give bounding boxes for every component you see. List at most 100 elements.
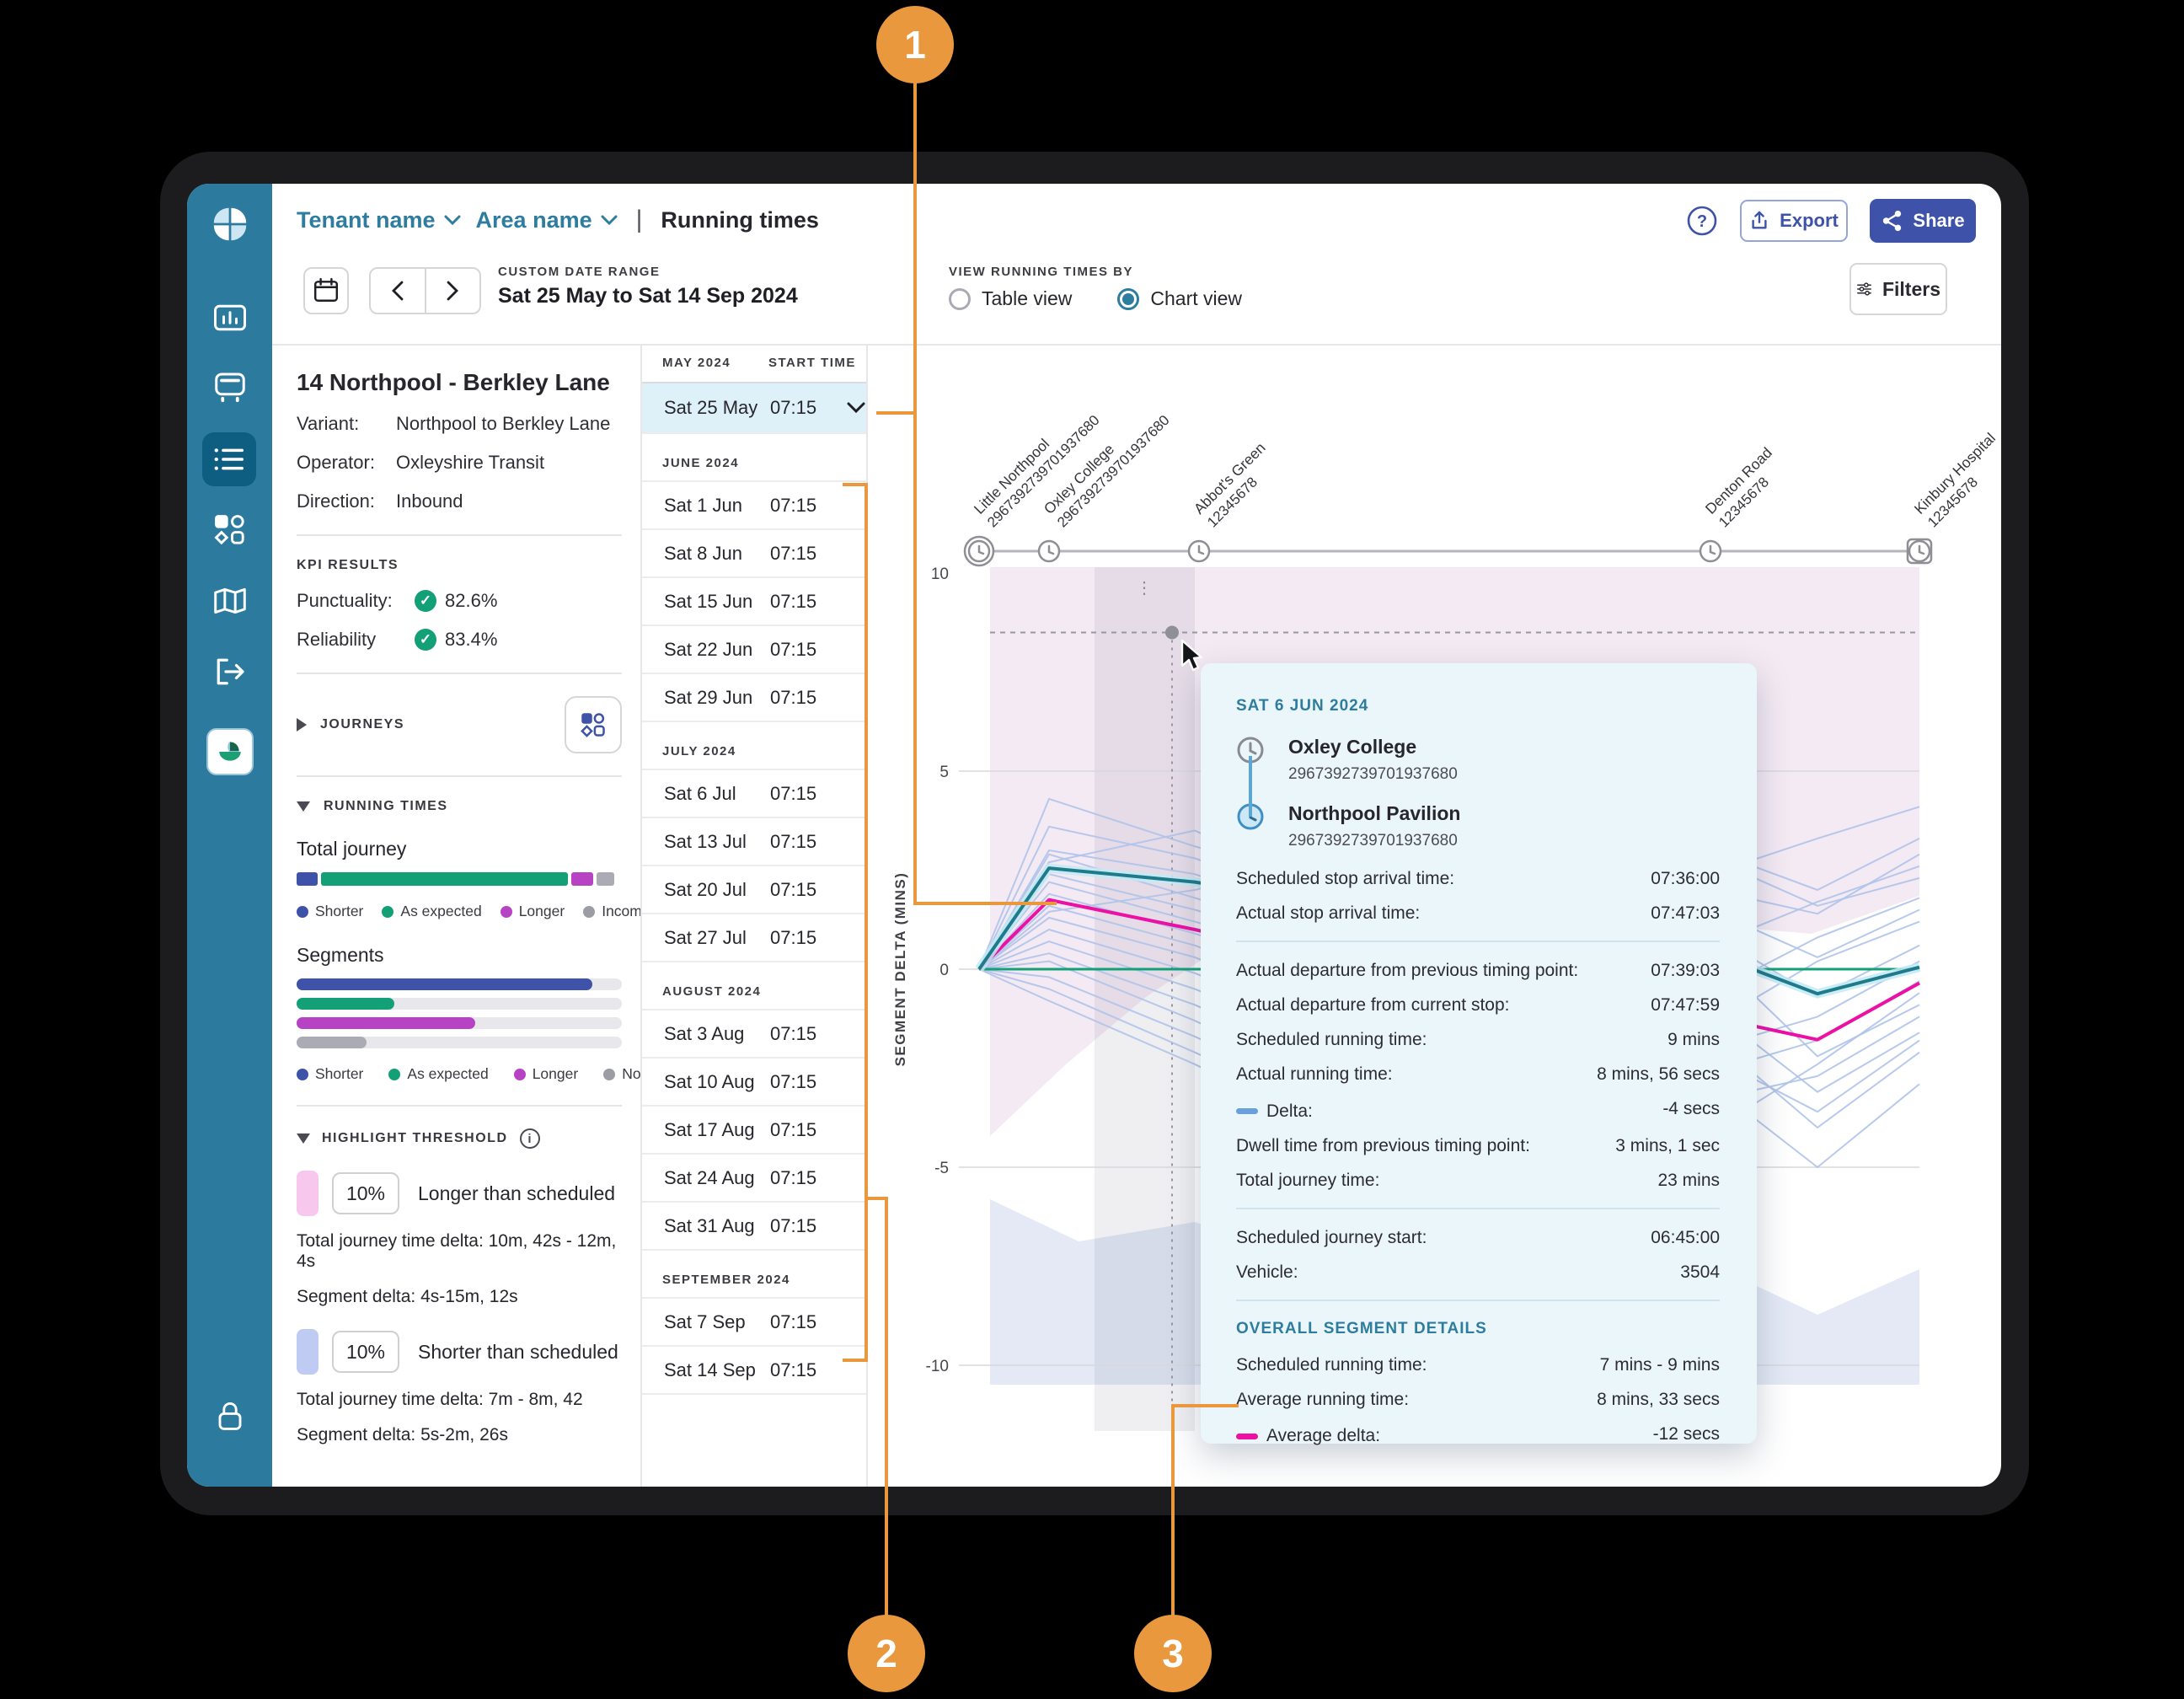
time-cell: 07:15 <box>770 543 816 565</box>
date-row[interactable]: Sat 24 Aug07:15 <box>642 1155 866 1203</box>
date-row[interactable]: Sat 20 Jul07:15 <box>642 866 866 914</box>
date-row[interactable]: Sat 7 Sep07:15 <box>642 1299 866 1347</box>
tooltip-row-label: Actual departure from current stop: <box>1236 995 1510 1016</box>
date-row[interactable]: Sat 17 Aug07:15 <box>642 1107 866 1155</box>
journeys-expander[interactable]: JOURNEYS <box>297 696 622 753</box>
lock-icon[interactable] <box>187 1396 272 1438</box>
tenant-label: Tenant name <box>297 207 436 233</box>
date-cell: Sat 8 Jun <box>642 543 770 565</box>
stop-name: Oxley College <box>1288 736 1458 758</box>
tooltip-row-value: 3504 <box>1680 1262 1720 1283</box>
tooltip-row: Vehicle: 3504 <box>1236 1262 1720 1283</box>
date-row-selected[interactable]: Sat 25 May 07:15 <box>642 383 866 434</box>
threshold-row: 10%Shorter than scheduled <box>297 1329 622 1375</box>
area-dropdown[interactable]: Area name <box>476 207 618 233</box>
time-cell: 07:15 <box>770 1311 816 1333</box>
date-row[interactable]: Sat 8 Jun07:15 <box>642 530 866 578</box>
sidebar-item-running-times-selected[interactable] <box>202 432 256 486</box>
legend-item: Longer <box>500 903 565 920</box>
brand-logo-icon[interactable] <box>187 201 272 248</box>
share-label: Share <box>1913 210 1964 232</box>
date-row[interactable]: Sat 22 Jun07:15 <box>642 626 866 674</box>
timing-point-clock-icon <box>1039 541 1059 561</box>
callout-2-bracket-bottom <box>843 1359 868 1362</box>
sidebar-item-map[interactable] <box>187 582 272 620</box>
date-row[interactable]: Sat 10 Aug07:15 <box>642 1059 866 1107</box>
tooltip-row: Actual departure from current stop:07:47… <box>1236 995 1720 1016</box>
sidebar-item-app-switch[interactable] <box>206 728 254 775</box>
tenant-dropdown[interactable]: Tenant name <box>297 207 461 233</box>
tooltip-row-value: 06:45:00 <box>1651 1228 1720 1248</box>
export-button[interactable]: Export <box>1740 200 1848 242</box>
help-icon[interactable]: ? <box>1686 205 1718 237</box>
timing-point-clock-icon <box>1908 539 1931 563</box>
table-view-radio[interactable]: Table view <box>949 287 1072 310</box>
legend-item: Longer <box>514 1065 579 1083</box>
segment-bar-track <box>297 998 622 1010</box>
kpi-value: 82.6% <box>445 590 497 612</box>
tooltip-row-label: Vehicle: <box>1236 1262 1298 1283</box>
filters-icon <box>1856 277 1872 301</box>
date-cell: Sat 31 Aug <box>642 1215 770 1237</box>
sidebar-item-vehicles[interactable] <box>187 367 272 406</box>
area-label: Area name <box>476 207 592 233</box>
chart-view-radio[interactable]: Chart view <box>1117 287 1242 310</box>
calendar-button[interactable] <box>303 267 349 314</box>
tooltip-row: Delta:-4 secs <box>1236 1099 1720 1122</box>
tooltip-row-label: Average running time: <box>1236 1390 1409 1410</box>
threshold-expander[interactable]: HIGHLIGHT THRESHOLD i <box>297 1128 622 1149</box>
date-row[interactable]: Sat 29 Jun07:15 <box>642 674 866 722</box>
date-row[interactable]: Sat 3 Aug07:15 <box>642 1010 866 1059</box>
chevron-down-icon <box>297 801 310 812</box>
tooltip-row-value: 8 mins, 33 secs <box>1597 1390 1720 1410</box>
tooltip-row-value: 07:39:03 <box>1651 961 1720 981</box>
label-text: Average running time: <box>1236 1390 1409 1410</box>
sidebar-item-signout[interactable] <box>187 652 272 691</box>
info-icon[interactable]: i <box>520 1128 540 1149</box>
date-row[interactable]: Sat 6 Jul07:15 <box>642 770 866 818</box>
date-row[interactable]: Sat 31 Aug07:15 <box>642 1203 866 1251</box>
date-cell: Sat 17 Aug <box>642 1119 770 1141</box>
total-bar-segment <box>571 872 592 886</box>
total-journey-label: Total journey <box>297 838 622 860</box>
date-row[interactable]: Sat 14 Sep07:15 <box>642 1347 866 1395</box>
callout-number: 2 <box>875 1631 897 1676</box>
running-times-expander[interactable]: RUNNING TIMES <box>297 799 622 814</box>
label-text: Scheduled running time: <box>1236 1030 1427 1050</box>
time-cell: 07:15 <box>770 397 816 419</box>
tooltip-row: Actual stop arrival time:07:47:03 <box>1236 903 1720 924</box>
y-tick-label: 0 <box>939 962 949 979</box>
threshold-total-delta: Total journey time delta: 10m, 42s - 12m… <box>297 1231 622 1272</box>
sidebar-item-dashboard[interactable] <box>187 298 272 337</box>
journeys-grid-button[interactable] <box>565 696 622 753</box>
kpi-label: Punctuality: <box>297 590 415 612</box>
share-button[interactable]: Share <box>1870 199 1976 243</box>
next-date-button[interactable] <box>426 269 480 313</box>
tooltip-row-label: Actual stop arrival time: <box>1236 903 1420 924</box>
threshold-percent-input[interactable]: 10% <box>332 1172 399 1214</box>
time-cell: 07:15 <box>770 687 816 709</box>
date-row[interactable]: Sat 13 Jul07:15 <box>642 818 866 866</box>
time-cell: 07:15 <box>770 591 816 613</box>
calendar-icon <box>313 277 339 304</box>
callout-2-badge: 2 <box>848 1615 925 1692</box>
route-title: 14 Northpool - Berkley Lane <box>297 369 622 396</box>
tooltip-row-value: -12 secs <box>1653 1424 1720 1444</box>
filters-button[interactable]: Filters <box>1849 263 1947 315</box>
label-text: Dwell time from previous timing point: <box>1236 1136 1530 1156</box>
date-row[interactable]: Sat 1 Jun07:15 <box>642 482 866 530</box>
tooltip-divider <box>1236 1300 1720 1301</box>
tooltip-row: Total journey time:23 mins <box>1236 1171 1720 1191</box>
station-label: Abbot's Green12345678 <box>1191 439 1282 530</box>
date-row[interactable]: Sat 27 Jul07:15 <box>642 914 866 962</box>
legend-item: Incomplete <box>583 903 642 920</box>
sidebar-item-components[interactable] <box>187 511 272 549</box>
prev-date-button[interactable] <box>371 269 426 313</box>
field-label: Direction: <box>297 490 396 512</box>
date-row[interactable]: Sat 15 Jun07:15 <box>642 578 866 626</box>
time-cell: 07:15 <box>770 1071 816 1093</box>
chevron-down-icon[interactable] <box>847 402 865 414</box>
threshold-percent-input[interactable]: 10% <box>332 1331 399 1373</box>
time-cell: 07:15 <box>770 495 816 517</box>
date-list-header: MAY 2024 START TIME <box>642 344 866 383</box>
